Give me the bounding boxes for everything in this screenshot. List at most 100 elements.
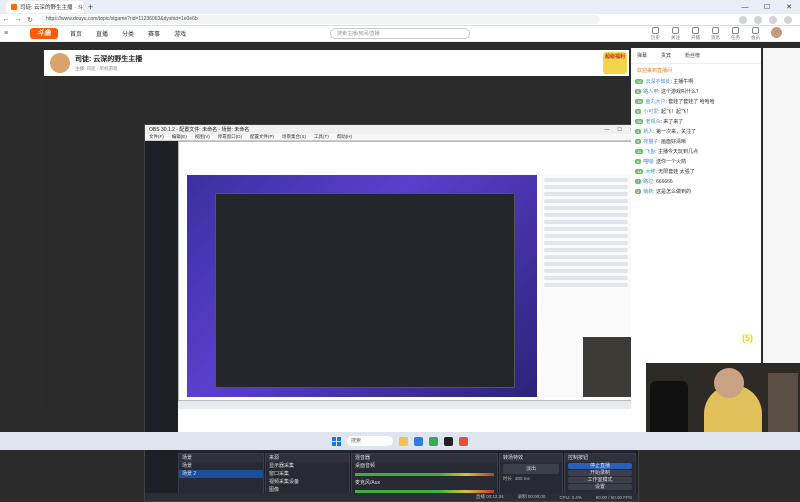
nested-obs — [215, 193, 515, 388]
chat-notice: 欢迎来到直播间 — [637, 68, 673, 74]
scene-item-selected[interactable]: 场景 2 — [179, 470, 263, 478]
transition-select[interactable]: 淡出 — [503, 464, 559, 474]
member-icon[interactable]: 会员 — [751, 27, 760, 41]
new-tab-button[interactable]: + — [88, 2, 93, 12]
studio-mode-button[interactable]: 工作室模式 — [568, 477, 632, 483]
site-nav: 首页 直播 分类 赛事 游戏 — [70, 29, 186, 38]
nav-category[interactable]: 分类 — [122, 29, 134, 38]
user-avatar[interactable] — [771, 27, 782, 38]
nav-events[interactable]: 赛事 — [148, 29, 160, 38]
promo-banner[interactable]: 超级福利 — [603, 52, 627, 74]
nested-webcam — [583, 337, 635, 397]
obs-menu-docks[interactable]: 停靠窗口(D) — [218, 134, 242, 140]
site-favicon-icon — [11, 4, 17, 10]
stream-title: 司徒: 云深的野生主播 — [75, 56, 143, 63]
chat-username[interactable]: 云深不知处 — [645, 79, 670, 85]
chat-username[interactable]: 鱼丸大户 — [645, 99, 665, 105]
obs-taskbar-icon[interactable] — [444, 436, 453, 446]
chat-username[interactable]: 小可爱 — [643, 109, 658, 115]
menu-icon[interactable] — [784, 15, 792, 24]
settings-button[interactable]: 设置 — [568, 484, 632, 490]
window-controls: — ☐ ✕ — [734, 0, 800, 14]
streamer-avatar[interactable] — [50, 53, 70, 73]
taskbar-search[interactable]: 搜索 — [347, 436, 393, 446]
mixer-track-label: 桌面音频 — [355, 463, 376, 469]
start-recording-button[interactable]: 开始录制 — [568, 470, 632, 476]
obs-minimize-icon[interactable]: — — [604, 127, 609, 133]
nav-home[interactable]: 首页 — [70, 29, 82, 38]
obs-menu-scenecollection[interactable]: 场景集合(S) — [282, 134, 306, 140]
chat-username[interactable]: 路过 — [643, 179, 653, 185]
chat-username[interactable]: 大佬 — [645, 169, 655, 175]
forward-icon[interactable]: → — [12, 16, 24, 23]
video-player[interactable]: OBS 30.1.2 - 配置文件: 未命名 - 场景: 未命名 —☐✕ 文件(… — [44, 78, 639, 502]
follow-label: 关注 — [671, 35, 680, 40]
chrome-icon[interactable] — [429, 436, 438, 446]
obs-menu-file[interactable]: 文件(F) — [149, 134, 164, 140]
level-badge: 14 — [635, 169, 644, 175]
source-item[interactable]: 窗口采集 — [266, 470, 349, 478]
app-taskbar-icon[interactable] — [459, 436, 468, 446]
follow-icon[interactable]: 关注 — [671, 27, 680, 41]
chat-text: 送你一个火箭 — [656, 159, 687, 165]
chat-username[interactable]: 新人 — [643, 129, 653, 135]
source-item[interactable]: 视频采集设备 — [266, 478, 349, 486]
obs-menu-help[interactable]: 帮助(H) — [337, 134, 352, 140]
close-button[interactable]: ✕ — [778, 0, 800, 14]
chat-text: 无限套娃 太强了 — [658, 169, 695, 175]
stream-info: 司徒: 云深的野生主播 主播: 司徒 · 单机游戏 — [75, 54, 142, 72]
source-item[interactable]: 显示器采集 — [266, 462, 349, 470]
chat-tab-vip[interactable]: 贵宾 — [661, 52, 671, 59]
obs-menu-edit[interactable]: 编辑(E) — [172, 134, 187, 140]
chat-tab-danmu[interactable]: 弹幕 — [637, 52, 647, 59]
star-icon[interactable] — [739, 15, 747, 24]
chat-username[interactable]: 萌新 — [643, 189, 653, 195]
windows-start-icon[interactable] — [332, 436, 341, 446]
duration-input[interactable]: 300 ms — [515, 476, 530, 482]
live-icon[interactable]: 开播 — [691, 27, 700, 41]
level-badge: 5 — [635, 109, 642, 115]
profile-icon[interactable] — [769, 15, 777, 24]
browser-tab-bar: 司徒: 云深的野生主播 · 斗鱼直播 ✕ + — ☐ ✕ — [0, 0, 800, 14]
chat-username[interactable]: 喵喵 — [643, 159, 653, 165]
nav-live[interactable]: 直播 — [96, 29, 108, 38]
message-icon[interactable]: 消息 — [711, 27, 720, 41]
obs-menu-tools[interactable]: 工具(T) — [314, 134, 329, 140]
windows-taskbar: 搜索 — [0, 432, 800, 450]
chat-message: 7 路过: 666666 — [635, 179, 673, 185]
obs-menu-profile[interactable]: 配置文件(P) — [250, 134, 274, 140]
obs-menu-view[interactable]: 视图(V) — [195, 134, 210, 140]
stop-streaming-button[interactable]: 停止直播 — [568, 463, 632, 469]
site-logo[interactable]: 斗鱼 — [30, 28, 58, 39]
scene-item[interactable]: 场景 — [179, 462, 263, 470]
obs-preview[interactable] — [178, 141, 635, 444]
chat-text: 套娃了套娃了 哈哈哈 — [668, 99, 715, 105]
task-icon[interactable]: 任务 — [731, 27, 740, 41]
obs-maximize-icon[interactable]: ☐ — [617, 127, 621, 133]
reload-icon[interactable]: ↻ — [24, 16, 36, 24]
extensions-icon[interactable] — [754, 15, 762, 24]
history-icon[interactable]: 历史 — [651, 27, 660, 41]
edge-icon[interactable] — [414, 436, 423, 446]
nav-games[interactable]: 游戏 — [174, 29, 186, 38]
chat-username[interactable]: 飞鱼 — [645, 149, 655, 155]
chat-tab-fans[interactable]: 粉丝榜 — [685, 52, 700, 59]
stream-info-bar: 司徒: 云深的野生主播 主播: 司徒 · 单机游戏 超级福利 — [44, 50, 629, 76]
url-field[interactable]: https://www.douyu.com/topic/stgame?rid=1… — [40, 15, 600, 24]
minimize-button[interactable]: — — [734, 0, 756, 14]
message-label: 消息 — [711, 35, 720, 40]
level-badge: 9 — [635, 139, 642, 145]
chat-message: 3 新人: 第一次来，关注了 — [635, 129, 697, 135]
browser-tab[interactable]: 司徒: 云深的野生主播 · 斗鱼直播 ✕ — [6, 1, 84, 13]
search-input[interactable]: 搜索主播/房间/直播 — [330, 28, 470, 39]
file-explorer-icon[interactable] — [399, 436, 408, 446]
sources-header: 来源 — [266, 454, 349, 462]
chat-username[interactable]: 老观众 — [645, 119, 660, 125]
member-label: 会员 — [751, 35, 760, 40]
chat-username[interactable]: 夜猫子 — [643, 139, 658, 145]
chat-username[interactable]: 路人甲 — [643, 89, 658, 95]
back-icon[interactable]: ← — [0, 16, 12, 23]
task-label: 任务 — [731, 35, 740, 40]
hamburger-icon[interactable]: ≡ — [0, 30, 12, 37]
maximize-button[interactable]: ☐ — [756, 0, 778, 14]
